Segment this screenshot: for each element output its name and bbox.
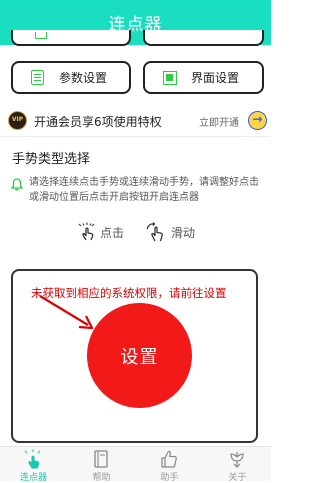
list-icon: [31, 70, 44, 85]
arrow-right-icon[interactable]: →: [248, 111, 267, 130]
vip-open-link[interactable]: 立即开通: [199, 114, 239, 129]
nav-item-about[interactable]: 关于: [204, 447, 271, 483]
ui-settings-label: 界面设置: [191, 71, 240, 85]
vip-promo-text: 开通会员享6项使用特权: [34, 115, 162, 129]
nav-label-assistant: 助手: [160, 473, 179, 483]
hidden-top-left-button[interactable]: [11, 30, 131, 46]
gesture-tap-label: 点击: [100, 225, 125, 240]
vip-banner[interactable]: VIP 开通会员享6项使用特权 立即开通 →: [0, 104, 271, 137]
nav-item-help[interactable]: 帮助: [68, 447, 135, 483]
nav-label-about: 关于: [228, 473, 247, 483]
bell-icon: [11, 178, 23, 191]
partial-icon: [35, 32, 47, 39]
bottom-nav: 连点器 帮助 助手 关于: [0, 446, 271, 483]
settings-action-label: 设置: [120, 346, 159, 368]
params-settings-button[interactable]: 参数设置: [11, 61, 131, 94]
nav-item-clicker[interactable]: 连点器: [0, 447, 67, 483]
hidden-top-right-button[interactable]: [143, 30, 264, 46]
pointer-arrow-icon: [39, 295, 94, 330]
nav-item-assistant[interactable]: 助手: [136, 447, 203, 483]
swipe-icon: [146, 222, 163, 242]
params-settings-label: 参数设置: [59, 71, 108, 85]
flower-icon: [230, 452, 244, 468]
gesture-section-title: 手势类型选择: [12, 152, 91, 167]
square-icon: [163, 70, 177, 85]
thumbs-up-icon: [161, 450, 177, 468]
tap-icon: [78, 222, 95, 241]
settings-action-button[interactable]: 设置: [87, 303, 192, 408]
ui-settings-button[interactable]: 界面设置: [143, 61, 264, 94]
tap-icon: [24, 449, 41, 469]
nav-label-help: 帮助: [92, 473, 111, 483]
gesture-hint-text: 请选择连续点击手势或连续滑动手势，请调整好点击或滑动位置后点击开启按钮开启连点器: [29, 177, 259, 203]
gesture-option-swipe[interactable]: 滑动: [145, 222, 195, 242]
book-icon: [94, 450, 108, 468]
gesture-option-tap[interactable]: 点击: [78, 222, 124, 242]
gesture-swipe-label: 滑动: [171, 225, 196, 240]
vip-badge-icon: VIP: [8, 111, 27, 130]
nav-label-clicker: 连点器: [19, 473, 47, 483]
